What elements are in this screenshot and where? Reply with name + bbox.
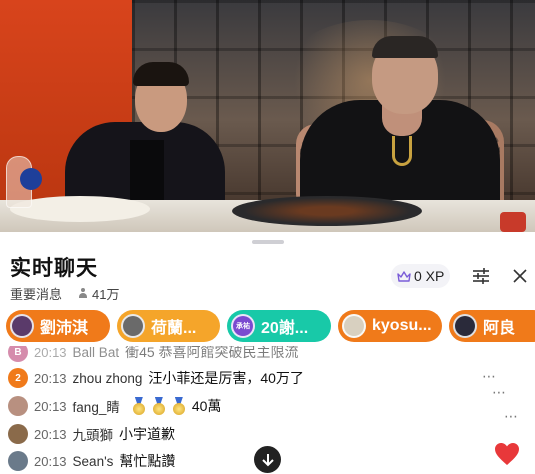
chat-message[interactable]: 20:13 Sean's 幫忙點讚	[8, 449, 175, 473]
close-icon[interactable]	[508, 264, 532, 288]
avatar	[8, 424, 28, 444]
sliders-icon[interactable]	[468, 264, 494, 288]
gift-pill[interactable]: 阿良	[449, 310, 535, 342]
avatar	[453, 314, 477, 338]
message-text: 幫忙點讚	[119, 453, 176, 469]
chat-filter-label[interactable]: 重要消息	[10, 284, 62, 303]
message-author[interactable]: Sean's	[73, 454, 114, 469]
video-player[interactable]	[0, 0, 535, 232]
xp-label: 0 XP	[414, 268, 445, 284]
live-chat-panel: 实时聊天 重要消息 41万 0 XP 劉沛淇 荷蘭... 承祐 20謝... k…	[0, 232, 535, 474]
message-author[interactable]: zhou zhong	[73, 371, 143, 386]
panel-title: 实时聊天	[10, 257, 98, 280]
xp-button[interactable]: 0 XP	[391, 264, 451, 288]
chat-message[interactable]: 2 20:13 zhou zhong 汪小菲还是厉害，40万了	[8, 366, 304, 390]
medal-icon	[172, 397, 186, 415]
gift-pill[interactable]: 承祐 20謝...	[227, 310, 331, 342]
message-author[interactable]: 九頭獅	[73, 424, 114, 444]
message-time: 20:13	[34, 398, 67, 414]
gift-strip[interactable]: 劉沛淇 荷蘭... 承祐 20謝... kyosu... 阿良	[0, 308, 535, 344]
medal-icon	[152, 397, 166, 415]
avatar: B	[8, 346, 28, 362]
more-dots-icon[interactable]: ⋯	[492, 384, 507, 401]
crown-icon	[397, 270, 411, 282]
medal-icon	[132, 397, 146, 415]
message-time: 20:13	[34, 453, 67, 469]
message-text: 衝45 恭喜阿館突破民主限流	[125, 346, 299, 360]
person-icon	[78, 288, 88, 299]
scroll-to-bottom-button[interactable]	[254, 446, 281, 473]
message-text: 小宇道歉	[119, 426, 176, 442]
avatar	[8, 396, 28, 416]
message-text: 40萬	[191, 398, 222, 414]
gift-pill[interactable]: 劉沛淇	[6, 310, 110, 342]
gift-pill[interactable]: 荷蘭...	[117, 310, 220, 342]
gift-pill[interactable]: kyosu...	[338, 310, 442, 342]
message-time: 20:13	[34, 346, 67, 360]
hotpot	[232, 196, 422, 226]
chat-message[interactable]: 20:13 fang_睛 40萬	[8, 394, 221, 418]
more-dots-icon[interactable]: ⋯	[504, 408, 519, 425]
live-stream-view: 实时聊天 重要消息 41万 0 XP 劉沛淇 荷蘭... 承祐 20謝... k…	[0, 0, 535, 474]
heart-icon	[495, 443, 519, 465]
avatar: 2	[8, 368, 28, 388]
chat-message[interactable]: B 20:13 Ball Bat 衝45 恭喜阿館突破民主限流	[8, 346, 299, 364]
medal-emojis	[132, 397, 186, 415]
avatar	[8, 451, 28, 471]
viewer-count-value: 41万	[92, 287, 120, 302]
viewer-count: 41万	[78, 284, 119, 303]
message-time: 20:13	[34, 370, 67, 386]
avatar	[10, 314, 34, 338]
message-text: 汪小菲还是厉害，40万了	[148, 370, 304, 386]
avatar	[121, 314, 145, 338]
more-dots-icon[interactable]: ⋯	[482, 368, 497, 385]
avatar	[342, 314, 366, 338]
arrow-down-icon	[261, 453, 274, 466]
avatar: 承祐	[231, 314, 255, 338]
microphone	[20, 168, 42, 190]
message-time: 20:13	[34, 426, 67, 442]
message-author[interactable]: fang_睛	[73, 396, 120, 416]
drag-handle[interactable]	[252, 240, 284, 244]
message-author[interactable]: Ball Bat	[73, 346, 120, 360]
like-button[interactable]	[486, 436, 528, 472]
chat-message[interactable]: 20:13 九頭獅 小宇道歉	[8, 422, 175, 446]
